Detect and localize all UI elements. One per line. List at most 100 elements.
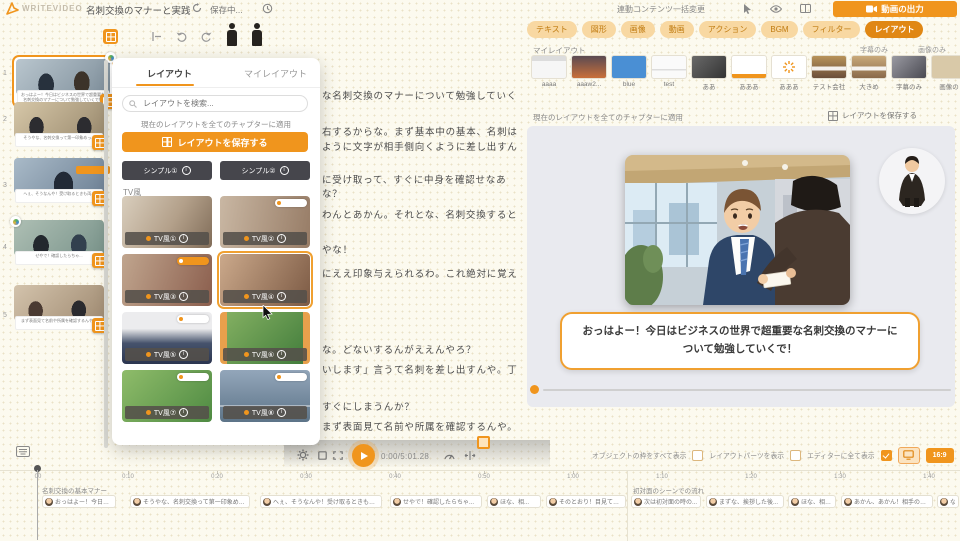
info-icon[interactable] [277, 292, 286, 301]
layout-anchor-button[interactable] [103, 29, 118, 44]
chapter-item-3[interactable]: へぇ、そうなんや！受け取るときも両... [14, 158, 104, 203]
my-layout-item[interactable]: 画像の [931, 55, 960, 91]
character-figure-icon[interactable] [252, 23, 262, 46]
show-object-frames-checkbox[interactable] [692, 450, 703, 461]
info-icon[interactable] [182, 166, 191, 175]
my-layout-item[interactable]: test [651, 55, 687, 91]
chapter-item-4[interactable]: せやで！確認したらちゃ... [14, 220, 104, 265]
layout-thumb-simple1[interactable]: シンプル① [122, 161, 212, 180]
progress-handle[interactable] [530, 385, 539, 394]
sync-content-label[interactable]: 連動コンテンツ一括変更 [617, 4, 705, 15]
refresh-icon[interactable] [192, 3, 202, 13]
scroll-indicator[interactable] [477, 436, 490, 449]
show-layout-parts-checkbox[interactable] [790, 450, 801, 461]
chapter-item-2[interactable]: そうやな、名刺交換って第一印象めっ... [14, 102, 104, 147]
tab-layout[interactable]: レイアウト [865, 21, 923, 38]
apply-all-chapters-link[interactable]: 現在のレイアウトを全てのチャプターに適用 [533, 112, 683, 123]
keyboard-shortcut-icon[interactable] [16, 446, 30, 457]
sidebar-scrollbar[interactable] [104, 60, 108, 448]
subtitle-box[interactable]: おっはよー！今日はビジネスの世界で超重要な名刺交換のマナーについて勉強していくで… [560, 312, 920, 370]
layout-search-input[interactable] [141, 98, 301, 109]
tab-text[interactable]: テキスト [527, 21, 577, 38]
undo-icon[interactable] [176, 31, 188, 42]
monitor-view-button[interactable] [898, 447, 920, 464]
tab-image[interactable]: 画像 [621, 21, 655, 38]
character-figure-icon[interactable] [227, 23, 237, 46]
layout-search-box[interactable] [122, 95, 308, 112]
my-layout-item[interactable]: あああ [731, 55, 767, 91]
scene-image[interactable] [625, 155, 850, 305]
redo-icon[interactable] [200, 31, 212, 42]
my-layout-item[interactable]: aaaw2... [571, 55, 607, 91]
layout-thumb-tv1[interactable]: TV風① [122, 196, 212, 248]
layout-thumb-tv7[interactable]: TV風⑦ [122, 370, 212, 422]
eye-icon[interactable] [770, 5, 782, 13]
info-icon[interactable] [277, 408, 286, 417]
chapter-item-5[interactable]: まず表面見て名前や所属を確認するんや。 [14, 285, 104, 330]
tab-action[interactable]: アクション [699, 21, 757, 38]
book-icon[interactable] [800, 4, 811, 13]
apply-all-chapters-link[interactable]: 現在のレイアウトを全てのチャプターに適用 [112, 119, 320, 130]
subtitle-segment[interactable]: 次は初対面の時の... [631, 495, 701, 508]
my-layout-item[interactable]: 字幕のみ [891, 55, 927, 91]
my-layout-item-loading[interactable]: あああ [771, 55, 807, 91]
subtitle-segment[interactable]: あかん、あかん！相手の名... [841, 495, 933, 508]
my-layout-item[interactable]: blue [611, 55, 647, 91]
info-icon[interactable] [277, 234, 286, 243]
tab-bgm[interactable]: BGM [761, 21, 797, 38]
info-icon[interactable] [179, 350, 188, 359]
divider [112, 87, 320, 88]
save-layout-link[interactable]: レイアウトを保存する [828, 110, 917, 121]
layout-thumb-tv2[interactable]: TV風② [220, 196, 310, 248]
subtitle-segment[interactable]: まずな、挨拶した後... [706, 495, 784, 508]
layout-thumb-tv8[interactable]: TV風⑧ [220, 370, 310, 422]
progress-line[interactable] [543, 389, 951, 391]
timeline[interactable]: 00 0:10 0:20 0:30 0:40 0:50 1:00 1:10 1:… [0, 470, 960, 541]
time-tick: 1:10 [649, 474, 675, 480]
settings-gear-icon[interactable] [297, 449, 309, 461]
subtitle-segment[interactable]: そうやな、名刺交換って第一印象めっ... [130, 495, 250, 508]
layout-thumb-tv3[interactable]: TV風③ [122, 254, 212, 306]
time-tick: 00 [25, 474, 51, 480]
subtitle-segment[interactable]: なる... [937, 495, 959, 508]
layout-thumb-tv5[interactable]: TV風⑤ [122, 312, 212, 364]
info-icon[interactable] [179, 408, 188, 417]
layout-thumb-tv4-selected[interactable]: TV風④ [220, 254, 310, 306]
info-icon[interactable] [179, 234, 188, 243]
fullscreen-icon[interactable] [333, 451, 343, 460]
ratio-16-9-button[interactable]: 16:9 [926, 448, 954, 463]
subtitle-segment[interactable]: そのとおり！目見て笑... [546, 495, 626, 508]
info-icon[interactable] [179, 292, 188, 301]
export-video-button[interactable]: 動画の出力 [833, 1, 957, 17]
subtitle-segment[interactable]: せやで！確認したらちゃ... [390, 495, 482, 508]
history-icon[interactable] [262, 3, 273, 14]
playback-speed-icon[interactable] [444, 451, 455, 460]
popup-tab-mylayout[interactable]: マイレイアウト [244, 67, 307, 80]
panel-toggle-icon[interactable] [151, 31, 162, 42]
script-editor[interactable]: な名刺交換のマナーについて勉強していく 右するからな。まず基本中の基本、名刺は … [320, 55, 520, 439]
my-layout-item[interactable]: 大きめ [851, 55, 887, 91]
info-icon[interactable] [280, 166, 289, 175]
subtitle-segment[interactable]: ほな、相手... [788, 495, 836, 508]
my-layout-item[interactable]: aaaa [531, 55, 567, 91]
cursor-tool-icon[interactable] [743, 4, 752, 14]
tab-filter[interactable]: フィルター [803, 21, 861, 38]
my-layout-list: aaaa aaaw2... blue test ああ あああ あああ テスト会社… [531, 55, 960, 91]
fit-width-icon[interactable] [464, 451, 476, 460]
presenter-avatar[interactable] [879, 148, 945, 214]
show-all-in-editor-checkbox[interactable] [881, 450, 892, 461]
chapter-item-1[interactable]: おっはよー！今日はビジネスの世界で超重要な名刺交換のマナーについて勉強していくで… [12, 55, 114, 108]
my-layout-item[interactable]: テスト会社 [811, 55, 847, 91]
subtitle-segment[interactable]: おっはよー！今日はビ... [42, 495, 116, 508]
layout-thumb-simple2[interactable]: シンプル② [220, 161, 310, 180]
tab-shape[interactable]: 図形 [582, 21, 616, 38]
info-icon[interactable] [277, 350, 286, 359]
play-button[interactable] [352, 444, 375, 467]
popup-tab-layout[interactable]: レイアウト [147, 67, 192, 80]
my-layout-item[interactable]: ああ [691, 55, 727, 91]
tab-video[interactable]: 動画 [660, 21, 694, 38]
save-layout-button[interactable]: レイアウトを保存する [122, 132, 308, 152]
stop-icon[interactable] [318, 451, 327, 460]
subtitle-segment[interactable]: へぇ、そうなんや！受け取るときも両... [260, 495, 382, 508]
subtitle-segment[interactable]: ほな、相... [487, 495, 541, 508]
